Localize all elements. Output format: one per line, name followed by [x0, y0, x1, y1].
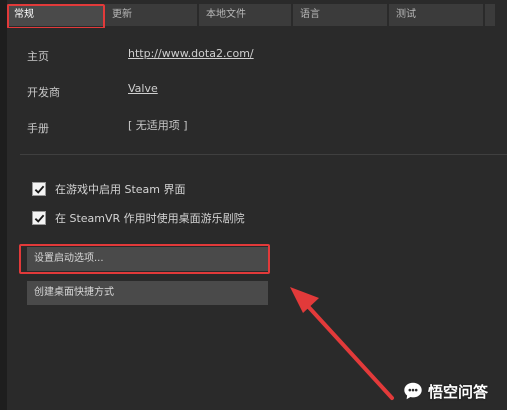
homepage-label: 主页 — [27, 50, 49, 63]
developer-link[interactable]: Valve — [128, 82, 158, 95]
checkbox-steam-overlay[interactable] — [32, 182, 46, 196]
developer-label: 开发商 — [27, 86, 60, 99]
watermark-text: 悟空问答 — [428, 382, 489, 401]
tab-updates[interactable]: 更新 — [105, 4, 197, 26]
tab-bar: 常规 更新 本地文件 语言 测试 — [7, 4, 507, 26]
option-steamvr-theater-label: 在 SteamVR 作用时使用桌面游乐剧院 — [55, 212, 245, 225]
tab-language[interactable]: 语言 — [293, 4, 387, 26]
option-steam-overlay[interactable]: 在游戏中启用 Steam 界面 — [32, 181, 186, 197]
option-steamvr-theater[interactable]: 在 SteamVR 作用时使用桌面游乐剧院 — [32, 210, 245, 226]
create-desktop-shortcut-button[interactable]: 创建桌面快捷方式 — [27, 281, 268, 305]
checkmark-icon — [34, 185, 44, 194]
section-divider — [20, 154, 507, 155]
tab-overflow[interactable] — [485, 4, 495, 26]
checkbox-steamvr-theater[interactable] — [32, 211, 46, 225]
tab-local-files[interactable]: 本地文件 — [199, 4, 291, 26]
checkmark-icon — [34, 214, 44, 223]
speech-bubble-icon — [404, 382, 422, 400]
homepage-link[interactable]: http://www.dota2.com/ — [128, 47, 254, 60]
general-panel: 主页 http://www.dota2.com/ 开发商 Valve 手册 [ … — [7, 28, 507, 410]
manual-label: 手册 — [27, 122, 49, 135]
set-launch-options-button[interactable]: 设置启动选项... — [27, 247, 268, 271]
watermark: 悟空问答 — [402, 380, 488, 402]
manual-value: [ 无适用项 ] — [128, 119, 188, 132]
option-steam-overlay-label: 在游戏中启用 Steam 界面 — [55, 183, 186, 196]
tab-general[interactable]: 常规 — [7, 4, 103, 26]
tab-betas[interactable]: 测试 — [389, 4, 483, 26]
